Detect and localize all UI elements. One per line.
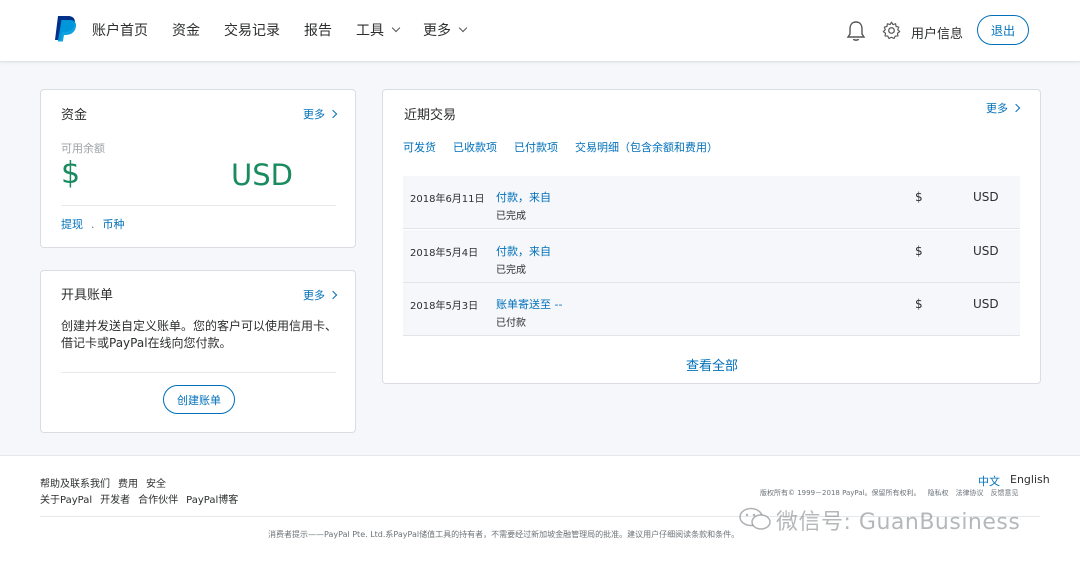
funds-card: 资金 更多 可用余额 $ USD 提现. 币种 [40,89,356,248]
tab-ready-to-ship[interactable]: 可发货 [403,139,436,155]
transaction-description[interactable]: 账单寄送至 -- [496,296,562,312]
transaction-currency-symbol: $ [915,297,923,311]
watermark-text: 微信号: GuanBusiness [776,510,1021,535]
logout-button[interactable]: 退出 [977,15,1029,45]
invoice-title: 开具账单 [61,288,114,303]
nav-reports[interactable]: 报告 [304,20,332,40]
available-balance-label: 可用余额 [61,142,105,155]
nav-funds[interactable]: 资金 [172,20,200,40]
transactions-more-link[interactable]: 更多 [986,100,1021,116]
more-label: 更多 [303,289,325,302]
more-label: 更多 [303,108,325,121]
transaction-date: 2018年5月3日 [410,301,479,312]
footer-links-row-1: 帮助及联系我们 费用 安全 [40,475,174,490]
divider [61,372,336,373]
user-info-link[interactable]: 用户信息 [911,23,963,42]
footer-link-fees[interactable]: 费用 [118,475,138,490]
gear-icon[interactable] [881,20,902,41]
footer-link-partners[interactable]: 合作伙伴 [138,491,178,506]
chevron-right-icon [328,109,338,119]
language-english[interactable]: English [1010,473,1050,489]
withdraw-link[interactable]: 提现 [61,218,83,231]
invoice-description: 创建并发送自定义账单。您的客户可以使用信用卡、借记卡或PayPal在线向您付款。 [61,319,338,350]
transaction-status: 已完成 [496,265,526,276]
nav-label: 报告 [304,23,332,39]
transaction-currency-symbol: $ [915,190,923,204]
transaction-description[interactable]: 付款，来自 [496,243,551,259]
nav-activity[interactable]: 交易记录 [224,20,280,40]
footer-link-security[interactable]: 安全 [146,475,166,490]
tab-payments-sent[interactable]: 已付款项 [514,139,558,155]
transaction-date: 2018年6月11日 [410,194,485,205]
bell-icon[interactable] [846,20,866,42]
feedback-link[interactable]: 反馈意见 [991,488,1019,498]
create-invoice-button[interactable]: 创建账单 [163,385,235,414]
balance-currency-code: USD [231,158,293,192]
nav-label: 账户首页 [92,23,148,39]
transaction-status: 已完成 [496,211,526,222]
invoice-card: 开具账单 更多 创建并发送自定义账单。您的客户可以使用信用卡、借记卡或PayPa… [40,270,356,433]
tab-payments-received[interactable]: 已收款项 [453,139,497,155]
chevron-down-icon [458,23,468,33]
footer-link-developers[interactable]: 开发者 [100,491,130,506]
transaction-description[interactable]: 付款，来自 [496,189,551,205]
copyright-row: 版权所有© 1999－2018 PayPal。保留所有权利。 隐私权 法律协议 … [760,488,1026,498]
privacy-link[interactable]: 隐私权 [928,488,949,498]
nav-label: 交易记录 [224,23,280,39]
currency-link[interactable]: 币种 [103,218,125,231]
consumer-disclaimer: 消费者提示——PayPal Pte. Ltd.系PayPal储值工具的持有者，不… [268,530,740,539]
invoice-more-link[interactable]: 更多 [303,287,338,303]
nav-account-home[interactable]: 账户首页 [92,20,148,40]
nav-more-dropdown[interactable]: 更多 [423,20,468,40]
nav-tools-dropdown[interactable]: 工具 [356,20,401,40]
transaction-date: 2018年5月4日 [410,248,479,259]
language-selector: 中文 English [978,473,1050,489]
copyright-text: 版权所有© 1999－2018 PayPal。保留所有权利。 [760,489,921,497]
balance-currency-symbol: $ [61,156,81,191]
footer-link-help[interactable]: 帮助及联系我们 [40,475,110,490]
tab-activity-details[interactable]: 交易明细（包含余额和费用） [575,139,718,155]
separator: . [91,218,95,231]
transaction-currency-code: USD [973,244,999,258]
paypal-logo[interactable] [52,14,78,42]
funds-links: 提现. 币种 [61,216,125,232]
transaction-currency-symbol: $ [915,244,923,258]
footer-link-about[interactable]: 关于PayPal [40,491,92,506]
divider [61,205,336,206]
footer-links-row-2: 关于PayPal 开发者 合作伙伴 PayPal博客 [40,491,246,506]
nav-label: 更多 [423,23,451,39]
legal-link[interactable]: 法律协议 [956,488,984,498]
funds-title: 资金 [61,108,88,123]
recent-transactions-card: 近期交易 更多 可发货 已收款项 已付款项 交易明细（包含余额和费用） 2018… [382,89,1041,384]
transactions-title: 近期交易 [404,108,457,123]
main-nav: 账户首页 资金 交易记录 报告 工具 更多 [92,20,490,40]
nav-label: 工具 [356,23,384,39]
transaction-status: 已付款 [496,318,526,329]
transaction-row[interactable]: 2018年5月3日 账单寄送至 -- 已付款 $ USD [403,283,1020,336]
language-chinese[interactable]: 中文 [978,473,1000,489]
transaction-filter-tabs: 可发货 已收款项 已付款项 交易明细（包含余额和费用） [403,139,735,155]
nav-label: 资金 [172,23,200,39]
chevron-down-icon [391,23,401,33]
more-label: 更多 [986,102,1008,115]
transaction-currency-code: USD [973,297,999,311]
chevron-right-icon [1011,103,1021,113]
chevron-right-icon [328,290,338,300]
transaction-row[interactable]: 2018年6月11日 付款，来自 已完成 $ USD [403,176,1020,229]
wechat-icon [739,507,771,530]
transaction-row[interactable]: 2018年5月4日 付款，来自 已完成 $ USD [403,230,1020,283]
transaction-currency-code: USD [973,190,999,204]
footer: 帮助及联系我们 费用 安全 关于PayPal 开发者 合作伙伴 PayPal博客… [0,455,1080,567]
funds-more-link[interactable]: 更多 [303,106,338,122]
top-navigation-bar: 账户首页 资金 交易记录 报告 工具 更多 用户信息 退出 [0,0,1080,62]
footer-link-blog[interactable]: PayPal博客 [186,491,238,506]
view-all-link[interactable]: 查看全部 [383,355,1041,374]
